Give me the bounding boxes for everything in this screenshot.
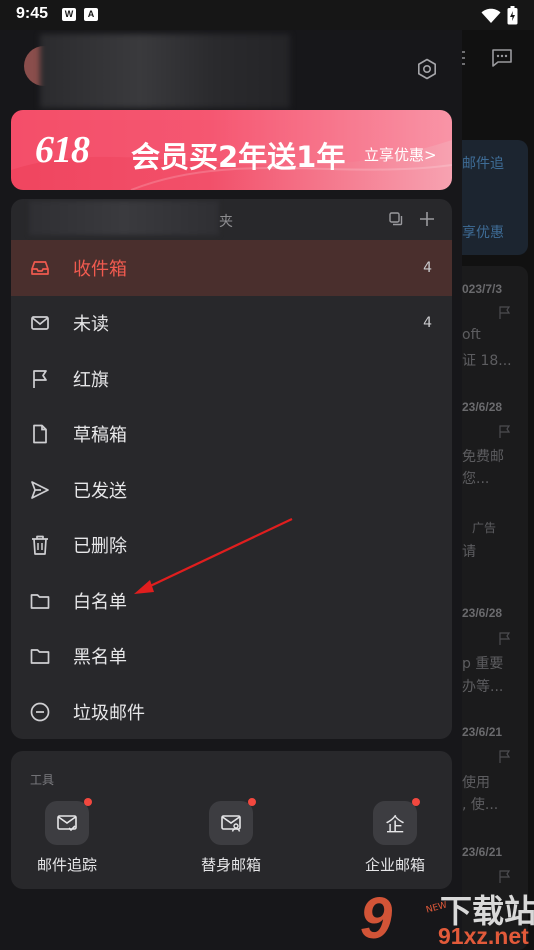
watermark-url: 91xz.net: [438, 923, 529, 949]
mail-preview: 办等...: [462, 679, 504, 695]
mail-preview: 免费邮: [462, 449, 504, 465]
add-folder-icon[interactable]: [419, 211, 435, 227]
folder-item-label: 红旗: [73, 369, 109, 391]
folder-header-redacted: [29, 201, 219, 235]
tool-label: 邮件追踪: [36, 856, 97, 874]
chat-icon: [492, 49, 512, 67]
folder-item-label: 草稿箱: [73, 425, 127, 447]
folder-item-spam[interactable]: 垃圾邮件: [11, 684, 452, 739]
folder-item-label: 垃圾邮件: [73, 702, 145, 724]
mail-date: 023/7/3: [462, 282, 503, 296]
folder-icon: [30, 649, 50, 665]
site-watermark: 9 NEW 下载站 91xz.net: [360, 885, 534, 950]
tool-label: 替身邮箱: [200, 856, 261, 874]
tool-mail-tracking[interactable]: 邮件追踪: [17, 798, 117, 881]
tools-section-label: 工具: [30, 773, 55, 787]
trash-icon: [32, 535, 48, 556]
promo-title: 会员买2年送1年: [131, 140, 346, 174]
enterprise-mailbox-icon-box: 企: [373, 798, 420, 845]
battery-charging-icon: [507, 6, 518, 25]
folder-item-sent[interactable]: 已发送: [11, 462, 452, 518]
mail-preview: 请: [462, 544, 476, 560]
folder-item-flagged[interactable]: 红旗: [11, 351, 452, 407]
folder-item-label: 已发送: [73, 480, 127, 502]
mail-preview: 使用: [462, 775, 490, 791]
send-icon: [31, 480, 49, 499]
promo-618-badge: 618: [35, 129, 90, 171]
enterprise-mailbox-icon: 企: [385, 814, 405, 836]
bg-card-text: 邮件追: [462, 156, 504, 172]
folder-item-label: 收件箱: [73, 258, 127, 280]
folder-item-inbox[interactable]: 收件箱 4: [11, 240, 452, 296]
watermark-logo: 9: [360, 886, 392, 950]
promo-cta-link[interactable]: 立享优惠>: [364, 144, 437, 165]
mail-date: 23/6/21: [462, 725, 503, 739]
flag-icon: [499, 750, 511, 763]
mail-preview: 您...: [462, 471, 490, 487]
copy-icon[interactable]: [388, 211, 404, 227]
mail-icon: [31, 316, 49, 331]
folder-item-deleted[interactable]: 已删除: [11, 518, 452, 574]
mail-preview: p 重要: [462, 656, 504, 672]
flag-icon: [499, 632, 511, 645]
draft-icon: [33, 424, 47, 444]
tool-alias-mailbox[interactable]: 替身邮箱: [181, 798, 281, 881]
mail-preview: , 使...: [462, 797, 499, 813]
mail-date: 23/6/21: [462, 845, 503, 859]
alias-mailbox-icon-box: [209, 798, 256, 845]
notification-app-icon: A: [84, 8, 98, 21]
mail-track-icon-box: [45, 798, 92, 845]
mail-preview: 证 18...: [462, 353, 512, 369]
new-badge-dot: [248, 798, 256, 806]
flag-icon: [33, 369, 47, 388]
ad-label: 广告: [472, 521, 497, 535]
folder-item-label: 未读: [73, 314, 109, 336]
folder-item-blacklist[interactable]: 黑名单: [11, 629, 452, 685]
flag-icon: [499, 870, 511, 883]
flag-icon: [499, 425, 511, 438]
new-badge-dot: [412, 798, 420, 806]
status-bar: 9:45 W A: [0, 0, 534, 30]
wifi-icon: [481, 8, 501, 23]
folder-item-drafts[interactable]: 草稿箱: [11, 407, 452, 463]
mail-date: 23/6/28: [462, 400, 503, 414]
spam-icon: [30, 702, 50, 722]
unread-count: 4: [423, 315, 432, 332]
folder-item-label: 已删除: [73, 536, 127, 558]
folder-icon: [30, 593, 50, 609]
account-header[interactable]: [0, 30, 462, 108]
folder-header-label: 夹: [219, 214, 233, 230]
promo-banner[interactable]: 618 会员买2年送1年 立享优惠>: [11, 110, 452, 190]
folder-item-whitelist[interactable]: 白名单: [11, 573, 452, 629]
mail-preview: oft: [462, 327, 481, 343]
alias-mailbox-icon: [221, 815, 241, 832]
folder-item-label: 白名单: [73, 591, 127, 613]
folder-item-unread[interactable]: 未读 4: [11, 296, 452, 352]
notification-app-icon: W: [62, 8, 76, 21]
bg-card-text: 享优惠: [462, 225, 504, 241]
status-time: 9:45: [16, 5, 49, 22]
inbox-icon: [31, 260, 49, 275]
navigation-drawer: 618 会员买2年送1年 立享优惠> 夹 收件箱 4 未读 4 红旗 草稿箱 已…: [0, 30, 462, 950]
flag-icon: [499, 306, 511, 319]
folder-list: 夹 收件箱 4 未读 4 红旗 草稿箱 已发送 已删除 白名单 黑名单 垃圾邮件: [11, 199, 452, 739]
new-badge-dot: [84, 798, 92, 806]
folder-item-label: 黑名单: [73, 647, 127, 669]
folder-list-header: 夹: [11, 199, 452, 239]
mail-date: 23/6/28: [462, 606, 503, 620]
account-name-redacted: [40, 34, 290, 108]
tool-label: 企业邮箱: [364, 856, 425, 874]
tools-panel: 工具 邮件追踪 替身邮箱 企 企业邮箱: [11, 751, 452, 889]
tool-enterprise-mailbox[interactable]: 企 企业邮箱: [345, 798, 445, 881]
mail-track-icon: [57, 815, 77, 832]
settings-icon[interactable]: [415, 57, 439, 81]
unread-count: 4: [423, 259, 432, 276]
